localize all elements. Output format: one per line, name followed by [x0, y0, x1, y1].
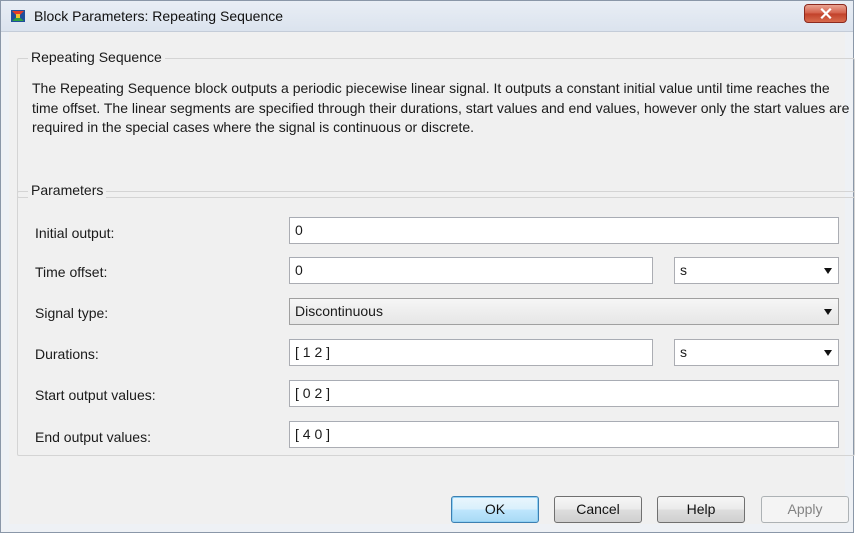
end-output-values-field[interactable]: [ 4 0 ]: [289, 421, 839, 448]
simulink-block-icon: [10, 8, 26, 24]
signal-type-value: Discontinuous: [295, 303, 383, 319]
dialog-window: Block Parameters: Repeating Sequence Rep…: [0, 0, 855, 533]
dialog-client-area: Repeating Sequence The Repeating Sequenc…: [9, 32, 855, 524]
chevron-down-icon: [824, 309, 832, 315]
signal-type-select[interactable]: Discontinuous: [289, 298, 839, 325]
block-description: The Repeating Sequence block outputs a p…: [32, 80, 850, 135]
durations-unit-select[interactable]: s: [674, 339, 839, 366]
cancel-button[interactable]: Cancel: [554, 496, 642, 523]
apply-button[interactable]: Apply: [761, 496, 849, 523]
time-offset-unit-value: s: [680, 262, 687, 278]
window-title: Block Parameters: Repeating Sequence: [34, 8, 284, 24]
chevron-down-icon: [824, 268, 832, 274]
parameters-group-label: Parameters: [28, 182, 107, 198]
title-bar[interactable]: Block Parameters: Repeating Sequence: [1, 1, 853, 32]
time-offset-unit-select[interactable]: s: [674, 257, 839, 284]
start-output-values-field[interactable]: [ 0 2 ]: [289, 380, 839, 407]
end-output-values-label: End output values:: [35, 429, 151, 445]
chevron-down-icon: [824, 350, 832, 356]
initial-output-field[interactable]: 0: [289, 217, 839, 244]
time-offset-field[interactable]: 0: [289, 257, 653, 284]
description-group-label: Repeating Sequence: [28, 49, 165, 65]
durations-label: Durations:: [35, 346, 99, 362]
start-output-values-label: Start output values:: [35, 387, 156, 403]
initial-output-label: Initial output:: [35, 225, 115, 241]
close-icon: [819, 6, 832, 22]
description-group: Repeating Sequence The Repeating Sequenc…: [17, 49, 855, 198]
close-button[interactable]: [804, 4, 847, 23]
ok-button[interactable]: OK: [451, 496, 539, 523]
time-offset-label: Time offset:: [35, 264, 108, 280]
signal-type-label: Signal type:: [35, 305, 109, 321]
durations-unit-value: s: [680, 344, 687, 360]
durations-field[interactable]: [ 1 2 ]: [289, 339, 653, 366]
help-button[interactable]: Help: [657, 496, 745, 523]
